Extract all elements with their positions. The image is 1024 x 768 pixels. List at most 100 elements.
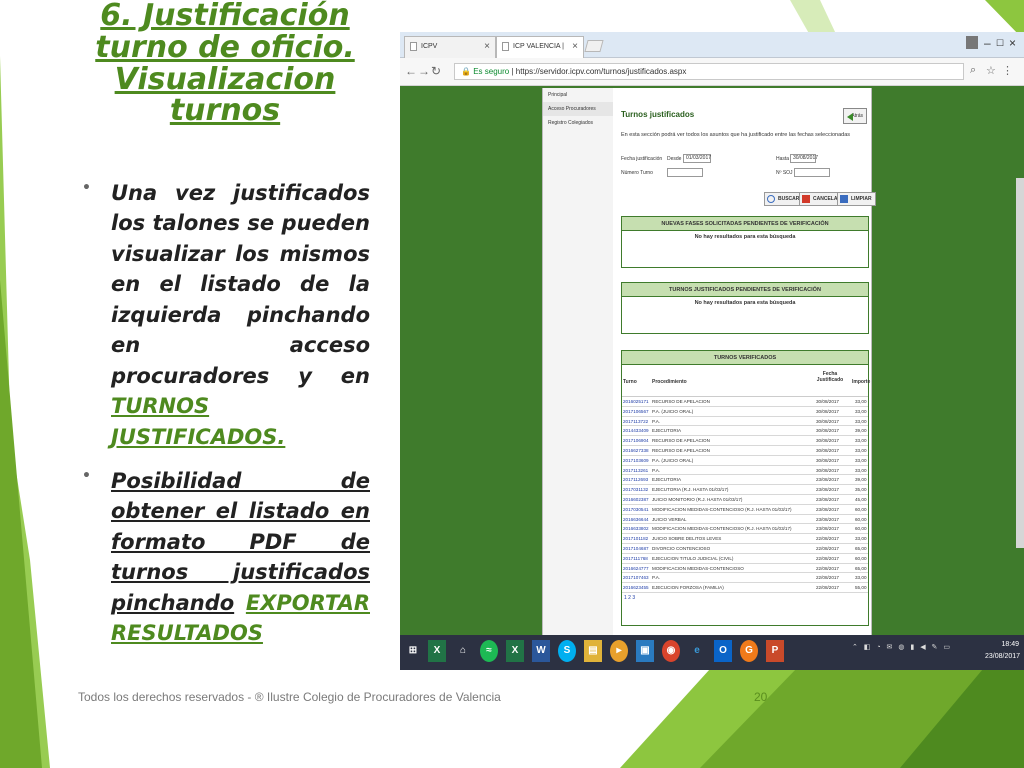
procedimiento-cell: EJECUCION TITULO JUDICIAL (CIVIL) [652, 555, 734, 561]
windows-start-icon[interactable]: ⊞ [404, 640, 422, 662]
importe-cell: 65,00 [855, 545, 867, 551]
importe-cell: 39,00 [855, 428, 867, 434]
app-icon[interactable]: G [740, 640, 758, 662]
col-procedimiento: Procedimiento [652, 379, 687, 385]
turno-cell[interactable]: 2016636644 [623, 515, 649, 524]
table-body: 2016025171 RECURSO DE APELACION 30/08/2017… [622, 397, 868, 593]
turno-cell[interactable]: 2016624777 [623, 564, 649, 573]
reload-icon[interactable]: ↻ [431, 64, 441, 78]
importe-cell: 55,00 [855, 585, 867, 591]
importe-cell: 33,00 [855, 399, 867, 404]
scrollbar[interactable] [1016, 178, 1024, 548]
nsoj-input[interactable] [794, 168, 830, 177]
turno-cell[interactable]: 2017113261 [623, 466, 648, 475]
back-icon[interactable]: ← [405, 64, 417, 78]
turno-cell[interactable]: 2017106904 [623, 436, 649, 445]
importe-cell: 33,00 [855, 457, 867, 463]
close-tab-icon[interactable]: × [484, 37, 490, 57]
tab-turnos[interactable]: ICP VALENCIA | Turnos ju× [496, 36, 584, 70]
menu-item-acceso-procuradores[interactable]: Acceso Procuradores [543, 102, 613, 116]
media-icon[interactable]: ▸ [610, 640, 628, 662]
close-tab-icon[interactable]: × [572, 37, 578, 57]
numero-turno-input[interactable] [667, 168, 703, 177]
store-icon[interactable]: ▣ [636, 640, 654, 662]
limpiar-button[interactable]: LIMPIAR [837, 192, 876, 206]
skype-icon[interactable]: S [558, 640, 576, 662]
bullet-item-1: Una vez justificados los talones se pued… [80, 178, 370, 452]
turno-cell[interactable]: 2016025171 [623, 397, 649, 406]
turno-cell[interactable]: 2017101182 [623, 534, 648, 543]
tab-icpv[interactable]: ICPV × [404, 36, 496, 58]
taskbar: ⊞ X ⌂ ≈ X W S ▤ ▸ ▣ ◉ e O G P ⌃ ◧ ◔ ✉ ◍ … [400, 635, 1024, 670]
turno-cell[interactable]: 2016633802 [623, 524, 649, 533]
excel-2-icon[interactable]: X [506, 640, 524, 662]
edge-icon[interactable]: e [688, 640, 706, 662]
nsoj-label: Nº SOJ [776, 170, 793, 176]
procedimiento-cell: MODIFICACION MEDIDAS-CONTENCIOSO [652, 565, 744, 571]
turnos-justificados-link[interactable]: TURNOS JUSTIFICADOS. [111, 394, 285, 448]
procedimiento-cell: MODIFICACION MEDIDAS-CONTENCIOSO (R.J. H… [652, 506, 792, 512]
close-window-icon[interactable]: × [1009, 36, 1016, 50]
turno-cell[interactable]: 2017111768 [623, 554, 648, 563]
importe-cell: 45,00 [855, 496, 867, 502]
turno-cell[interactable]: 2016627338 [623, 446, 649, 455]
turno-cell[interactable]: 2016623455 [623, 583, 649, 592]
spotify-icon[interactable]: ≈ [480, 640, 498, 662]
bullet-list: Una vez justificados los talones se pued… [80, 178, 370, 663]
no-results-text: No hay resultados para esta búsqueda [694, 234, 796, 240]
table-row: 2017112693 EJECUTORIA 23/08/2017 39,00 [622, 475, 868, 486]
buscar-button[interactable]: BUSCAR [764, 192, 804, 206]
turno-cell[interactable]: 2017103609 [623, 456, 649, 465]
turno-cell[interactable]: 2017031132 [623, 485, 648, 494]
folder-icon[interactable]: ▤ [584, 640, 602, 662]
menu-item-registro-colegiados[interactable]: Registro Colegiados [543, 116, 613, 130]
chrome-icon[interactable]: ◉ [662, 640, 680, 662]
importe-cell: 33,00 [855, 575, 867, 581]
powerpoint-icon[interactable]: P [766, 640, 784, 662]
importe-cell: 60,00 [855, 516, 867, 522]
url-input[interactable]: 🔒 Es seguro | https://servidor.icpv.com/… [454, 63, 964, 80]
forward-icon[interactable]: → [418, 64, 430, 78]
home-icon[interactable]: ⌂ [454, 640, 472, 662]
table-row: 2017113722 P.A. 30/08/2017 33,00 [622, 417, 868, 427]
star-icon[interactable]: ☆ [986, 64, 996, 77]
new-tab-button[interactable] [584, 40, 604, 52]
importe-cell: 60,00 [855, 555, 867, 561]
hasta-input[interactable]: 30/08/2017 [790, 154, 818, 163]
turno-cell[interactable]: 2017112693 [623, 475, 648, 484]
importe-cell: 60,00 [855, 506, 867, 512]
menu-icon[interactable]: ⋮ [1002, 64, 1013, 77]
system-tray[interactable]: ⌃ ◧ ◔ ✉ ◍ ▮ ◀ ✎ ▭ [852, 643, 952, 651]
word-icon[interactable]: W [532, 640, 550, 662]
browser-tab-bar: ICPV× ICP VALENCIA | Turnos ju× – ☐ × [400, 32, 1024, 70]
turno-cell[interactable]: 2014433409 [623, 426, 649, 435]
fecha-cell: 23/08/2017 [816, 526, 839, 532]
clock[interactable]: 18:49 23/08/2017 [985, 639, 1020, 663]
turno-cell[interactable]: 2017113722 [623, 417, 648, 426]
excel-icon[interactable]: X [428, 640, 446, 662]
pagination[interactable]: 1 2 3 [622, 593, 868, 601]
procedimiento-cell: RECURSO DE APELACION [652, 399, 710, 404]
menu-item-principal[interactable]: Principal [543, 88, 613, 102]
minimize-icon[interactable]: – [984, 36, 991, 50]
outlook-icon[interactable]: O [714, 640, 732, 662]
table-row: 2017101182 JUICIO SOBRE DELITOS LEVES 22/0… [622, 534, 868, 544]
user-icon[interactable] [966, 36, 978, 49]
turno-cell[interactable]: 2017107463 [623, 573, 649, 582]
turno-cell[interactable]: 2017106567 [623, 407, 649, 416]
fecha-cell: 22/08/2017 [816, 545, 839, 551]
turno-cell[interactable]: 2017030541 [623, 505, 649, 514]
table-row: 2016623455 EJECUCION FORZOSA (FAMILIA) 22/… [622, 583, 868, 593]
turno-cell[interactable]: 2017104687 [623, 544, 649, 553]
desde-input[interactable]: 01/03/2017 [683, 154, 711, 163]
back-button[interactable]: Atrás [843, 108, 867, 124]
fecha-cell: 22/08/2017 [816, 565, 839, 571]
procedimiento-cell: EJECUCION FORZOSA (FAMILIA) [652, 585, 724, 591]
table-row: 2017106904 RECURSO DE APELACION 30/08/2017… [622, 436, 868, 446]
table-row: 2017106567 P.A. (JUICIO ORAL) 30/08/2017 33… [622, 407, 868, 417]
zoom-icon[interactable]: ⌕ [970, 64, 976, 77]
turno-cell[interactable]: 2016602387 [623, 495, 649, 504]
page-title: Turnos justificados [621, 110, 695, 119]
slide-title: 6. Justificación turno de oficio. Visual… [95, 0, 355, 129]
maximize-icon[interactable]: ☐ [996, 38, 1004, 49]
